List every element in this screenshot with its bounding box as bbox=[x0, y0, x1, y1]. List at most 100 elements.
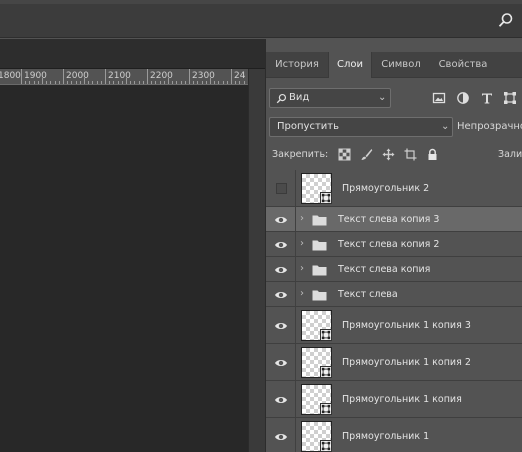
adjustment-filter-icon[interactable] bbox=[456, 91, 470, 105]
eye-icon[interactable] bbox=[274, 240, 288, 250]
layer-name[interactable]: Прямоугольник 1 копия 2 bbox=[342, 357, 471, 368]
ruler-tick bbox=[42, 78, 43, 84]
lock-all-icon[interactable] bbox=[426, 148, 439, 161]
shape-filter-icon[interactable] bbox=[503, 91, 517, 105]
ruler-tick bbox=[235, 81, 237, 84]
ruler-tick bbox=[96, 81, 98, 84]
shape-layer-icon bbox=[320, 366, 332, 378]
chevron-down-icon: ⌄ bbox=[378, 92, 387, 103]
lock-transparency-icon[interactable] bbox=[338, 148, 351, 161]
ruler-tick bbox=[222, 81, 224, 84]
eye-icon[interactable] bbox=[274, 358, 288, 368]
lock-position-move-icon[interactable] bbox=[382, 148, 395, 161]
ruler-tick bbox=[37, 81, 39, 84]
ruler-tick bbox=[117, 81, 119, 84]
chevron-right-icon[interactable]: › bbox=[300, 238, 304, 249]
folder-icon bbox=[312, 214, 327, 226]
ruler-tick bbox=[163, 81, 165, 84]
ruler-tick bbox=[58, 81, 60, 84]
ruler-tick bbox=[210, 78, 211, 84]
shape-layer-icon bbox=[320, 192, 332, 204]
ruler-label: 2000 bbox=[66, 71, 89, 81]
ruler-tick bbox=[197, 81, 199, 84]
layer-name[interactable]: Прямоугольник 1 bbox=[342, 431, 429, 442]
eye-icon[interactable] bbox=[274, 395, 288, 405]
fill-label: Зали bbox=[498, 149, 522, 160]
ruler-tick bbox=[33, 81, 35, 84]
layer-row[interactable]: Прямоугольник 1 bbox=[266, 418, 522, 452]
ruler-tick bbox=[54, 81, 56, 84]
ruler-tick bbox=[46, 81, 48, 84]
tab-properties[interactable]: Свойства bbox=[430, 52, 496, 78]
shape-layer-icon bbox=[320, 403, 332, 415]
tab-layers[interactable]: Слои bbox=[328, 52, 372, 78]
lock-row: Закрепить: Зали bbox=[272, 147, 522, 163]
layer-name[interactable]: Прямоугольник 2 bbox=[342, 183, 429, 194]
vertical-scrollbar[interactable] bbox=[248, 69, 265, 452]
document-tab-bar bbox=[0, 39, 265, 69]
ruler-tick bbox=[84, 78, 85, 84]
eye-icon[interactable] bbox=[274, 265, 288, 275]
ruler-tick bbox=[155, 81, 157, 84]
image-filter-icon[interactable] bbox=[432, 91, 446, 105]
layer-row[interactable]: › Текст слева копия 3 bbox=[266, 207, 522, 232]
visibility-toggle[interactable] bbox=[276, 182, 287, 194]
layer-name[interactable]: Прямоугольник 1 копия 3 bbox=[342, 320, 471, 331]
group-name[interactable]: Текст слева копия 3 bbox=[338, 214, 439, 225]
layer-row[interactable]: Прямоугольник 2 bbox=[266, 170, 522, 207]
layer-row[interactable]: › Текст слева bbox=[266, 282, 522, 307]
ruler-tick bbox=[121, 81, 123, 84]
blend-row: Пропустить ⌄ Непрозрачно bbox=[269, 117, 522, 139]
group-name[interactable]: Текст слева копия 2 bbox=[338, 239, 439, 250]
document-area: 1800 1900 2000 2100 2200 2300 24 bbox=[0, 39, 265, 452]
chevron-right-icon[interactable]: › bbox=[300, 263, 304, 274]
ruler-tick bbox=[92, 81, 94, 84]
ruler-tick bbox=[21, 69, 22, 84]
ruler-tick bbox=[67, 81, 69, 84]
search-icon bbox=[276, 93, 287, 104]
ruler-tick bbox=[126, 78, 127, 84]
ruler-tick bbox=[151, 81, 153, 84]
canvas[interactable] bbox=[0, 86, 248, 452]
layer-thumbnail bbox=[301, 173, 332, 204]
ruler-tick bbox=[226, 81, 228, 84]
chevron-right-icon[interactable]: › bbox=[300, 288, 304, 299]
ruler-tick bbox=[184, 81, 186, 84]
ruler-tick bbox=[201, 81, 203, 84]
eye-icon[interactable] bbox=[274, 432, 288, 442]
layer-row[interactable]: Прямоугольник 1 копия bbox=[266, 381, 522, 418]
group-name[interactable]: Текст слева копия bbox=[338, 264, 430, 275]
layer-row[interactable]: › Текст слева копия bbox=[266, 257, 522, 282]
panel-tabs: История Слои Символ Свойства bbox=[266, 52, 522, 78]
lock-artboard-icon[interactable] bbox=[404, 148, 417, 161]
eye-icon[interactable] bbox=[274, 321, 288, 331]
layer-row[interactable]: Прямоугольник 1 копия 3 bbox=[266, 307, 522, 344]
type-filter-icon[interactable] bbox=[480, 91, 494, 105]
ruler-tick bbox=[75, 81, 77, 84]
layer-thumbnail bbox=[301, 347, 332, 378]
tab-history[interactable]: История bbox=[266, 52, 328, 78]
ruler-tick bbox=[180, 81, 182, 84]
layer-row[interactable]: Прямоугольник 1 копия 2 bbox=[266, 344, 522, 381]
ruler-tick bbox=[113, 81, 115, 84]
folder-icon bbox=[312, 264, 327, 276]
chevron-down-icon: ⌄ bbox=[441, 121, 450, 132]
ruler-tick bbox=[134, 81, 136, 84]
horizontal-ruler[interactable]: 1800 1900 2000 2100 2200 2300 24 bbox=[0, 69, 248, 85]
filter-kind-select[interactable]: Вид ⌄ bbox=[269, 88, 391, 108]
ruler-tick bbox=[130, 81, 132, 84]
layer-row[interactable]: › Текст слева копия 2 bbox=[266, 232, 522, 257]
blend-mode-select[interactable]: Пропустить ⌄ bbox=[269, 117, 453, 137]
group-name[interactable]: Текст слева bbox=[338, 289, 398, 300]
chevron-right-icon[interactable]: › bbox=[300, 213, 304, 224]
ruler-tick bbox=[231, 69, 232, 84]
ruler-label: 1800 bbox=[0, 71, 21, 81]
top-strip bbox=[0, 0, 522, 4]
search-icon[interactable] bbox=[498, 12, 514, 28]
tab-character[interactable]: Символ bbox=[372, 52, 430, 78]
layer-name[interactable]: Прямоугольник 1 копия bbox=[342, 394, 462, 405]
lock-image-brush-icon[interactable] bbox=[360, 148, 373, 161]
ruler-tick bbox=[109, 81, 111, 84]
eye-icon[interactable] bbox=[274, 215, 288, 225]
eye-icon[interactable] bbox=[274, 290, 288, 300]
